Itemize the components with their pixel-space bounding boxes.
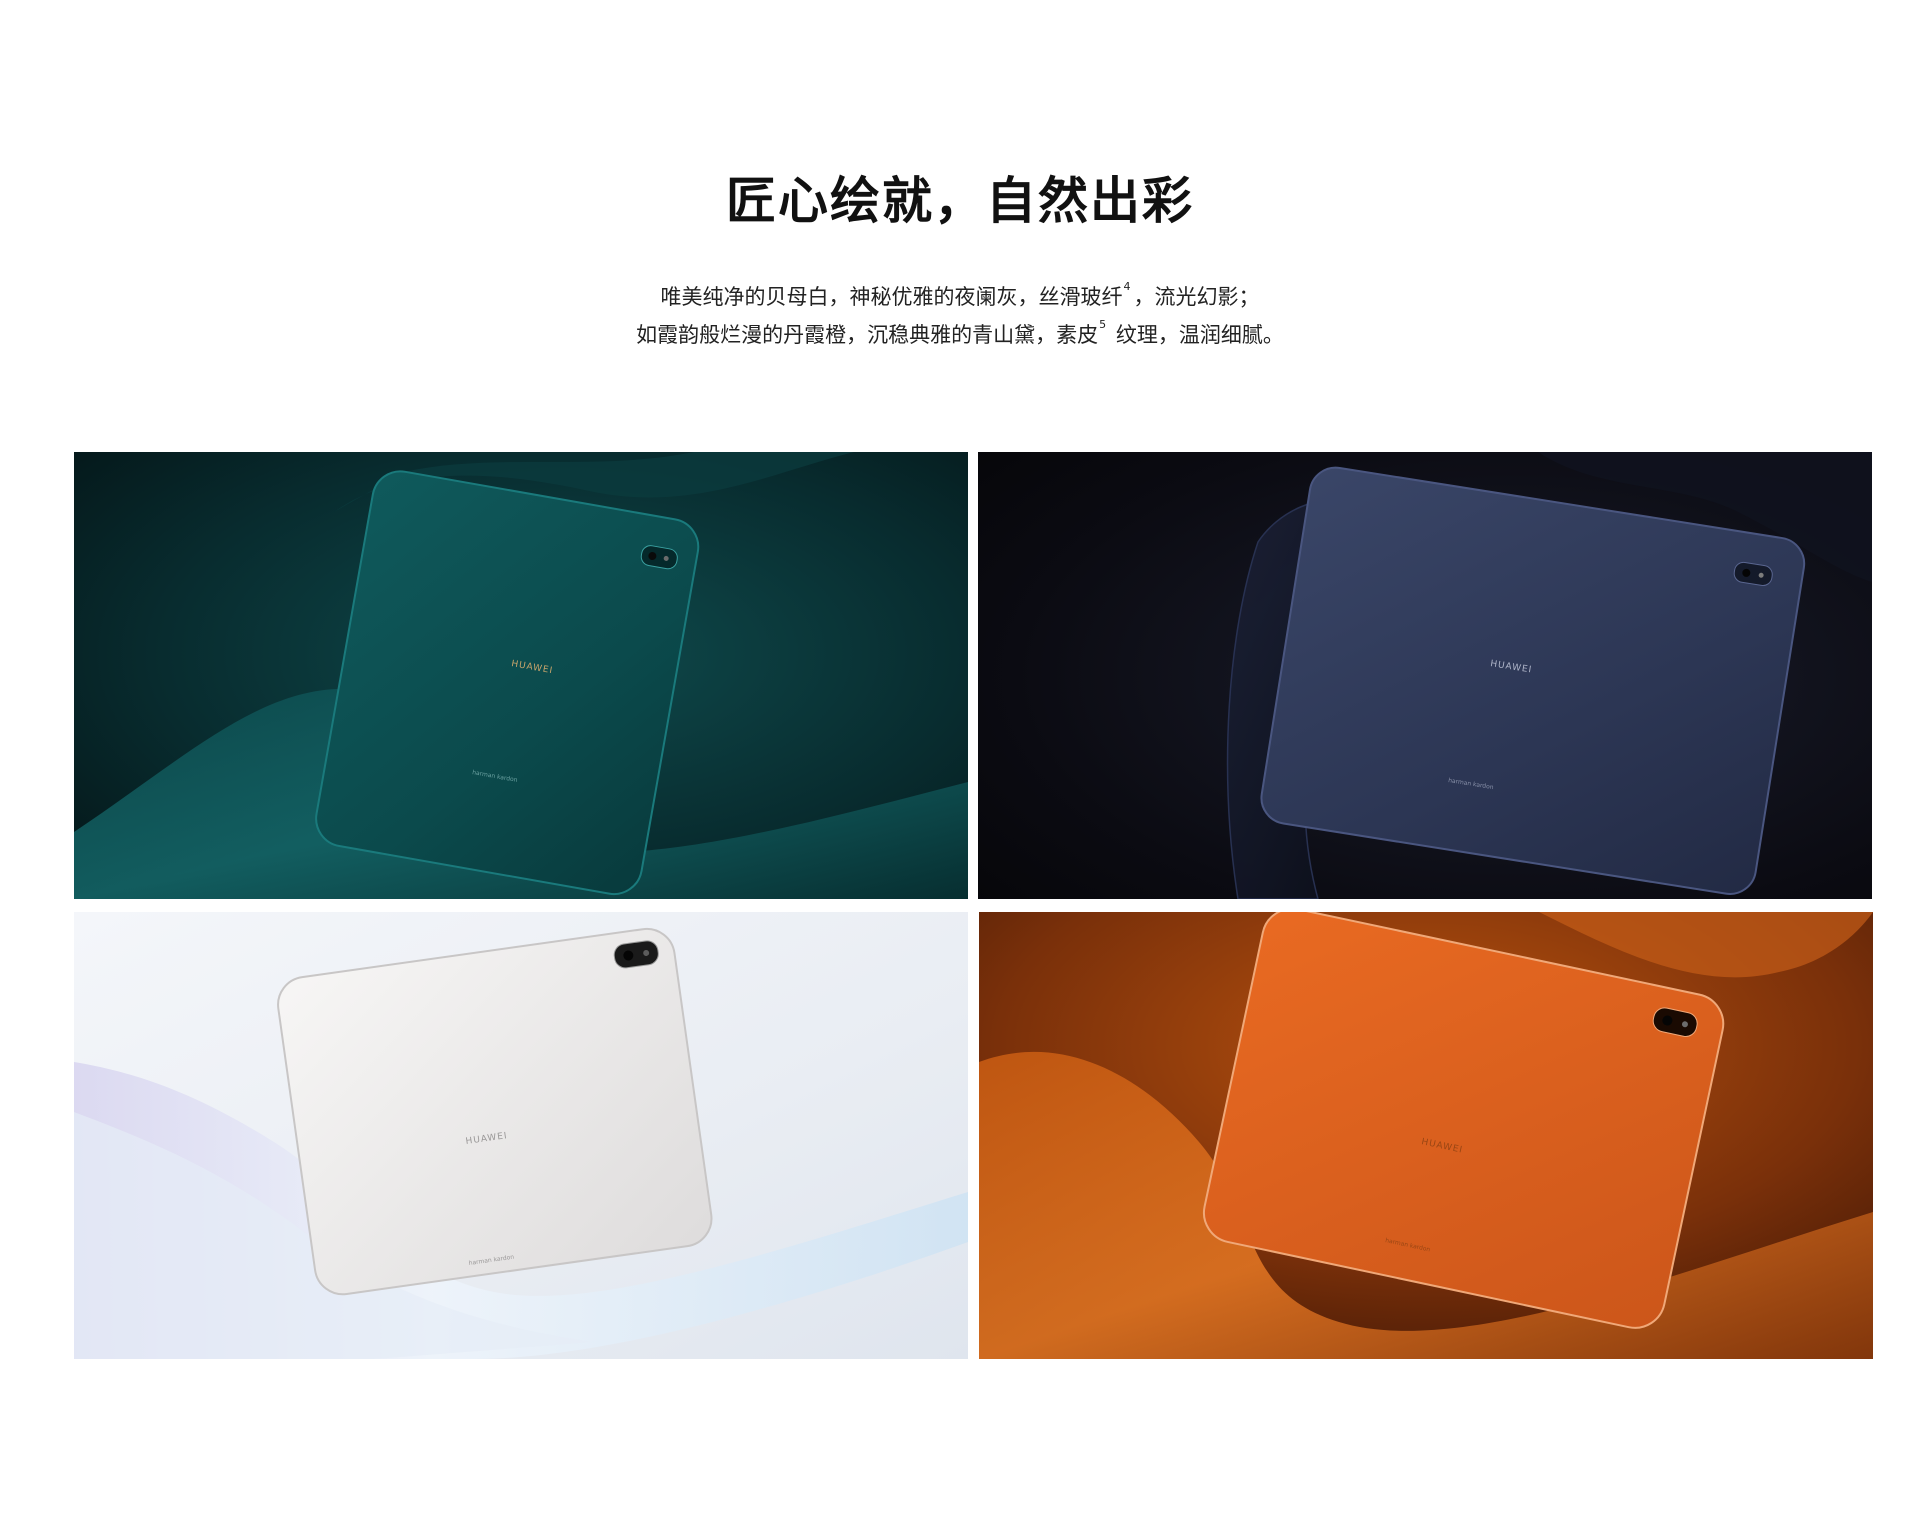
section-description: 唯美纯净的贝母白，神秘优雅的夜阑灰，丝滑玻纤4 ，流光幻影； 如霞韵般烂漫的丹霞橙… — [0, 278, 1920, 354]
product-photo-white: HUAWEI harman kardon — [74, 912, 968, 1359]
description-line-2: 如霞韵般烂漫的丹霞橙，沉稳典雅的青山黛，素皮5 纹理，温润细腻。 — [636, 318, 1284, 347]
product-photo-orange: HUAWEI harman kardon — [979, 912, 1873, 1359]
footnote-5: 5 — [1099, 318, 1107, 331]
description-line-1: 唯美纯净的贝母白，神秘优雅的夜阑灰，丝滑玻纤4 ，流光幻影； — [660, 280, 1260, 309]
product-photo-grey: HUAWEI harman kardon — [978, 452, 1872, 899]
product-photo-green: HUAWEI harman kardon — [74, 452, 968, 899]
section-title: 匠心绘就，自然出彩 — [726, 172, 1194, 230]
footnote-4: 4 — [1123, 280, 1131, 293]
